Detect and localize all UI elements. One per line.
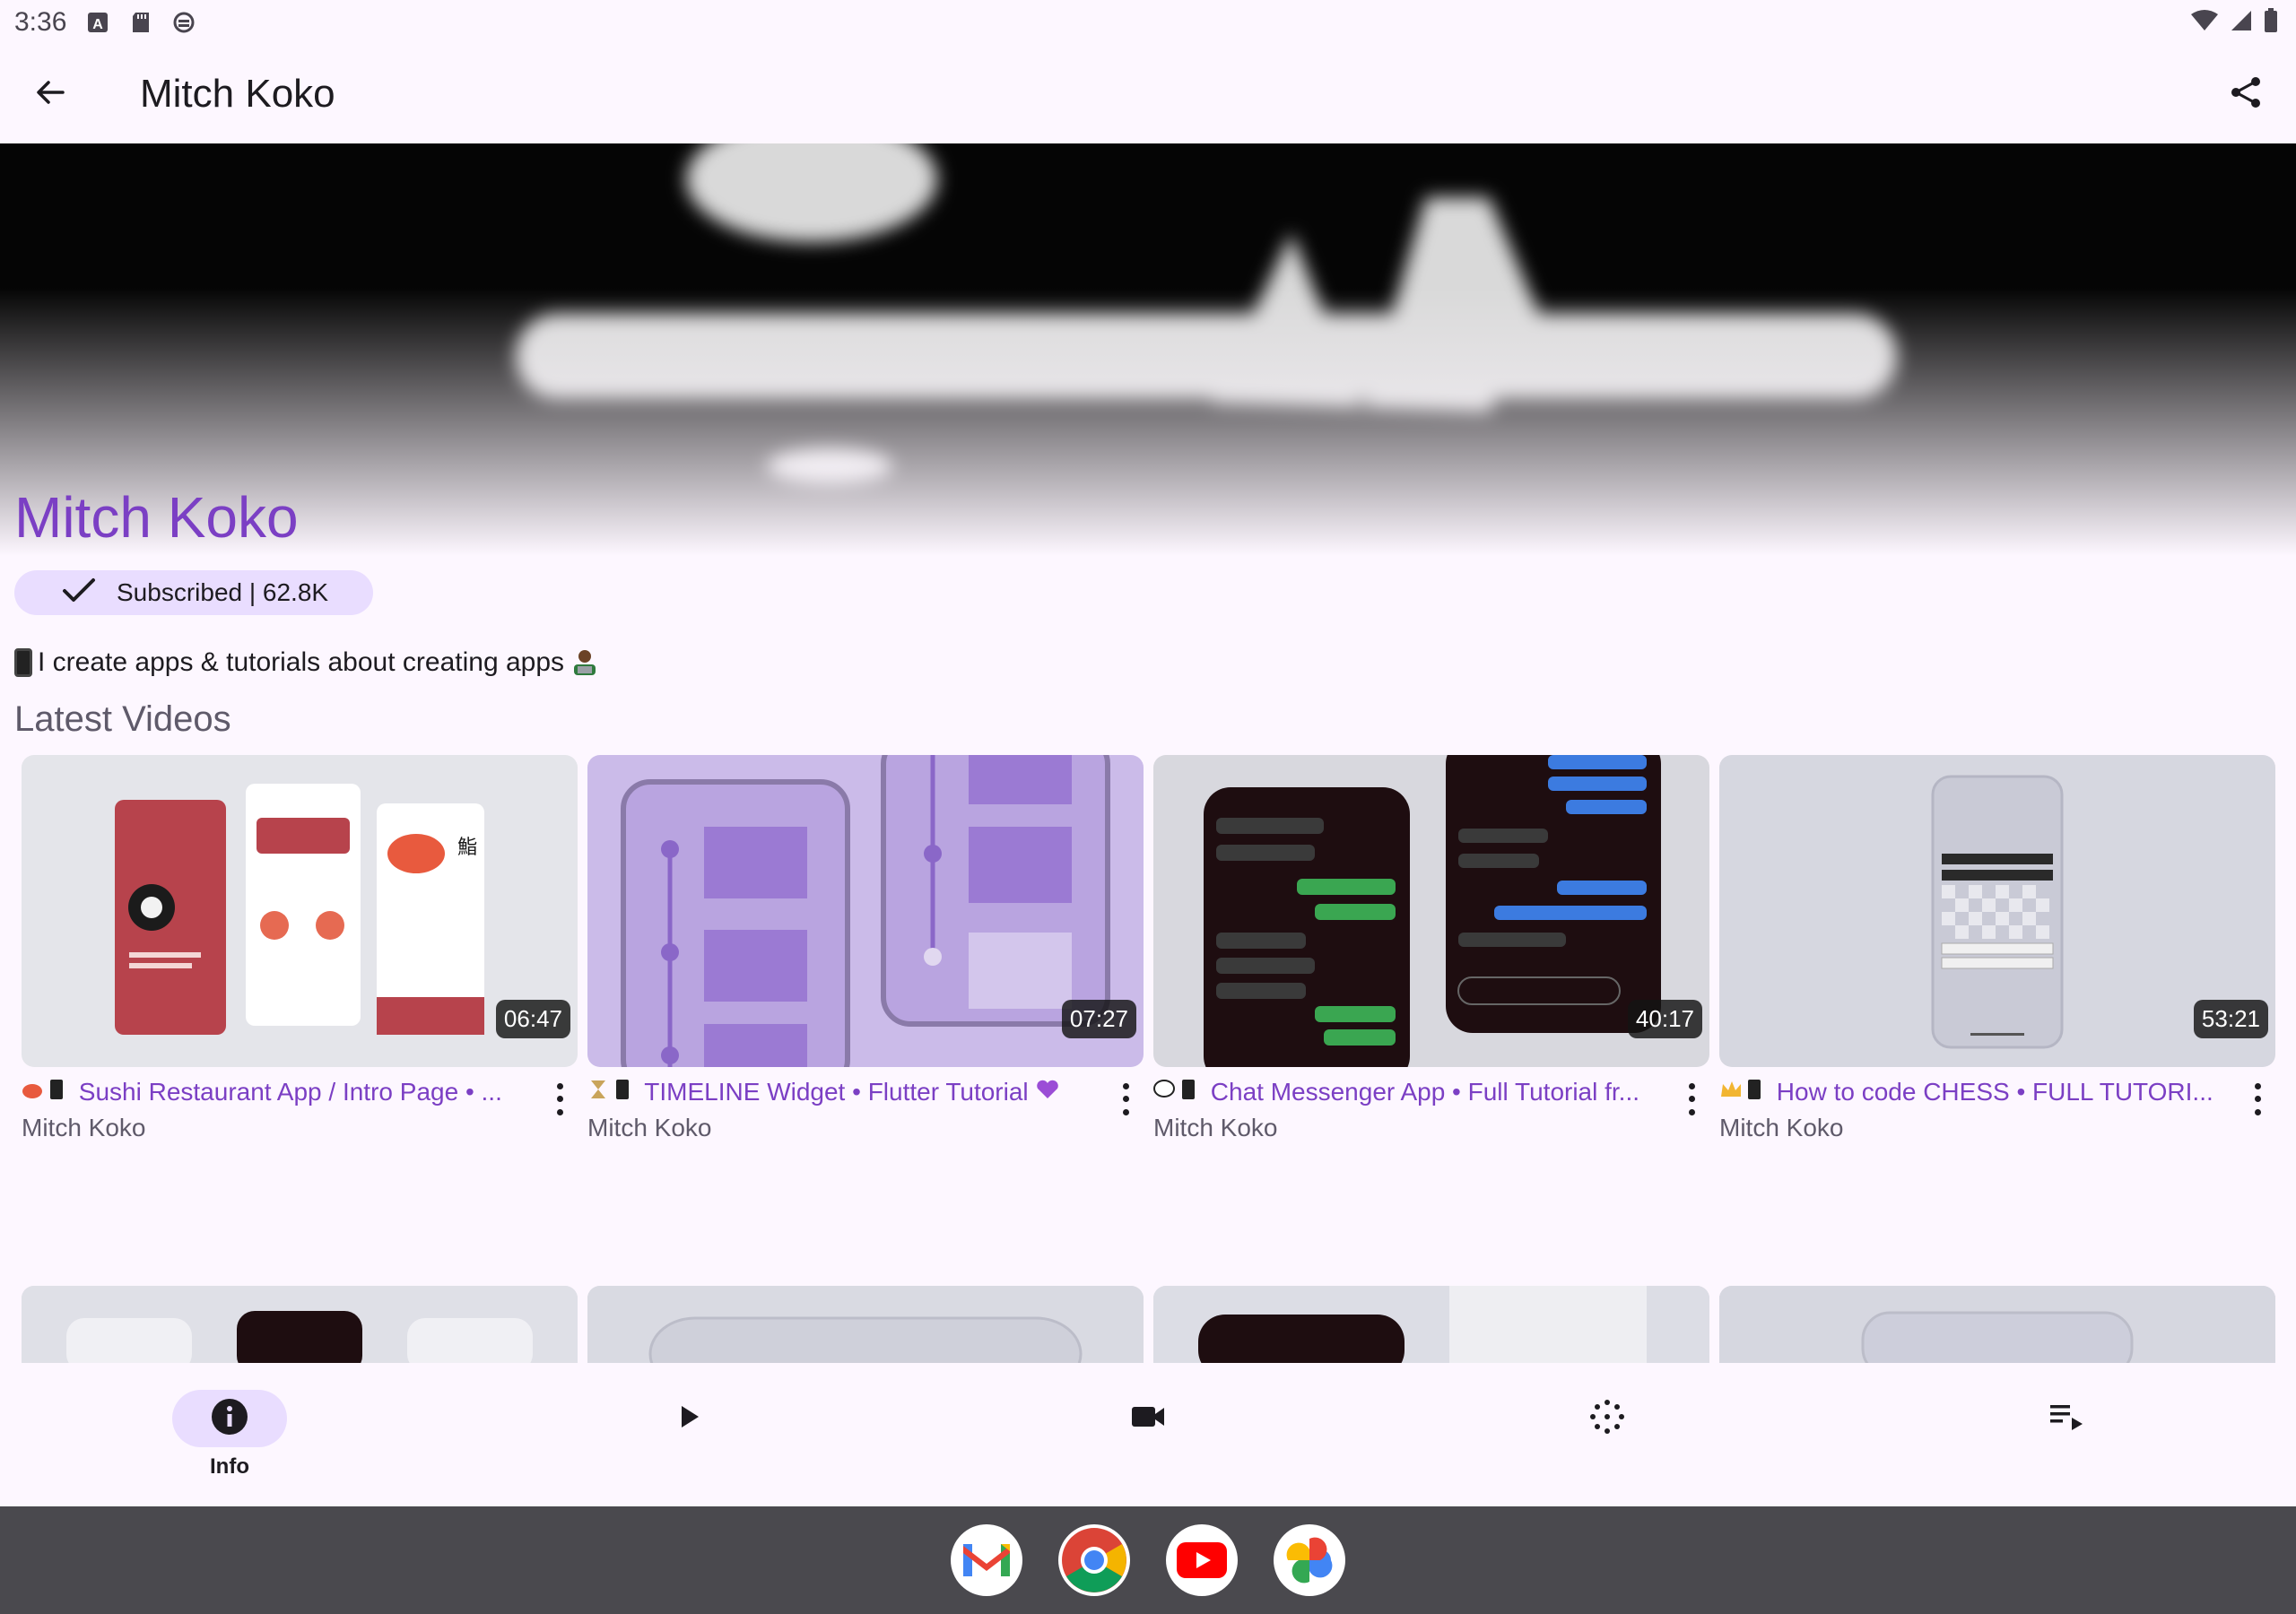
video-title[interactable]: Sushi Restaurant App / Intro Page • ... [22,1078,524,1106]
chrome-icon[interactable] [1058,1524,1130,1596]
share-button[interactable] [2217,65,2274,123]
video-thumbnail[interactable] [587,1286,1144,1363]
video-thumbnail[interactable] [1153,1286,1709,1363]
page-title: Mitch Koko [140,72,335,116]
more-options-button[interactable] [1115,1080,1136,1119]
playlist-icon [2048,1401,2084,1436]
video-duration: 06:47 [495,1000,570,1038]
description-text: I create apps & tutorials about creating… [38,647,565,677]
crown-emoji-icon [1719,1078,1770,1106]
share-icon [2228,74,2264,115]
video-thumbnail[interactable]: 40:17 [1153,755,1709,1067]
arrow-back-icon [32,74,68,115]
channel-banner [0,143,2296,556]
speech-bubble-emoji-icon [1153,1078,1204,1106]
photos-icon[interactable] [1274,1524,1345,1596]
system-taskbar [0,1506,2296,1614]
nav-item-live[interactable] [1058,1363,1238,1506]
svg-text:A: A [93,17,104,32]
check-icon [61,577,97,610]
video-thumbnail[interactable] [1719,1286,2275,1363]
video-channel: Mitch Koko [1719,1114,1844,1141]
video-camera-icon [1130,1403,1166,1435]
nav-item-info[interactable]: Info [140,1363,319,1506]
section-title: Latest Videos [14,699,231,739]
subscribe-button[interactable]: Subscribed | 62.8K [14,570,373,615]
video-channel: Mitch Koko [22,1114,146,1141]
info-icon [211,1398,248,1440]
nav-item-videos[interactable] [599,1363,778,1506]
shorts-spinner-icon [1589,1399,1625,1439]
more-options-button[interactable] [549,1080,570,1119]
video-thumbnail[interactable]: 07:27 [587,755,1144,1067]
more-options-button[interactable] [1681,1080,1702,1119]
video-duration: 53:21 [2193,1000,2268,1038]
a-badge-icon: A [86,11,109,34]
video-card[interactable]: 53:21 How to code CHESS • FULL TUTORI...… [1719,755,2275,1141]
video-card[interactable]: 鮨 06:47 Sushi Restaurant App / Intro Pag… [22,755,578,1141]
youtube-icon[interactable] [1166,1524,1238,1596]
video-channel: Mitch Koko [1153,1114,1278,1141]
status-bar: 3:36 A [0,0,2296,45]
bottom-navigation: Info [0,1363,2296,1506]
video-thumbnail[interactable]: 鮨 06:47 [22,755,578,1067]
back-button[interactable] [22,65,79,123]
video-card[interactable]: 07:27 TIMELINE Widget • Flutter Tutorial… [587,755,1144,1141]
subscribe-label: Subscribed | 62.8K [117,578,329,606]
nav-item-playlists[interactable] [1977,1363,2156,1506]
video-title[interactable]: Chat Messenger App • Full Tutorial fr... [1153,1078,1656,1106]
video-thumbnail[interactable]: 53:21 [1719,755,2275,1067]
battery-icon [2264,7,2278,38]
technologist-emoji-icon [570,648,600,677]
status-time: 3:36 [14,7,67,37]
video-channel: Mitch Koko [587,1114,712,1141]
nav-label-info: Info [210,1454,249,1479]
video-card[interactable]: 40:17 Chat Messenger App • Full Tutorial… [1153,755,1709,1141]
video-title[interactable]: How to code CHESS • FULL TUTORI... [1719,1078,2222,1106]
signal-icon [2230,9,2253,37]
video-duration: 40:17 [1627,1000,1702,1038]
purple-heart-icon [1035,1078,1060,1106]
channel-description: I create apps & tutorials about creating… [14,647,600,678]
wifi-icon [2190,9,2219,37]
sushi-emoji-icon [22,1078,72,1106]
channel-name: Mitch Koko [14,485,299,550]
video-thumbnail[interactable] [22,1286,578,1363]
video-title[interactable]: TIMELINE Widget • Flutter Tutorial [587,1078,1090,1106]
sd-card-icon [129,11,152,34]
phone-emoji-icon [14,648,32,677]
play-icon [675,1403,702,1435]
hourglass-emoji-icon [587,1078,638,1106]
app-icon [172,11,196,34]
app-bar: Mitch Koko [0,45,2296,143]
video-duration: 07:27 [1061,1000,1136,1038]
svg-text:鮨: 鮨 [457,837,477,859]
gmail-icon[interactable] [951,1524,1022,1596]
more-options-button[interactable] [2247,1080,2268,1119]
nav-item-shorts[interactable] [1518,1363,1697,1506]
